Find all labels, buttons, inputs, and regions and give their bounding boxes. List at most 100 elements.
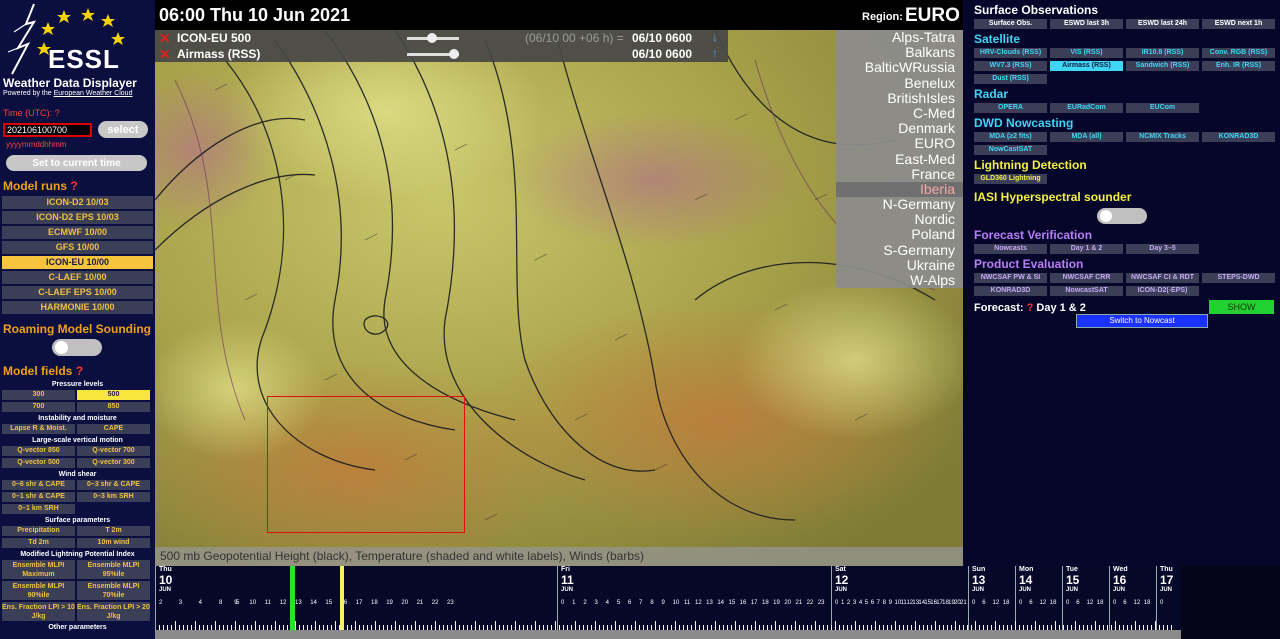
region-option[interactable]: Benelux [836, 75, 963, 91]
current-time-marker[interactable] [290, 566, 295, 631]
panel-button[interactable]: NWCSAF PW & SI [974, 273, 1047, 283]
field-button[interactable]: 500 [77, 390, 150, 400]
field-button[interactable]: 0–1 shr & CAPE [2, 492, 75, 502]
hour-label[interactable]: 10 [249, 600, 256, 606]
field-button[interactable]: Td 2m [2, 538, 75, 548]
hour-label[interactable]: 12 [1087, 600, 1094, 606]
hour-label[interactable]: 19 [773, 600, 780, 606]
region-value[interactable]: EURO [905, 5, 960, 27]
hour-label[interactable]: 2 [159, 600, 162, 606]
field-button[interactable]: Q-vector 300 [77, 458, 150, 468]
hour-label[interactable]: 12 [280, 600, 287, 606]
panel-button[interactable]: KONRAD3D [974, 286, 1047, 296]
hour-label[interactable]: 17 [356, 600, 363, 606]
hour-label[interactable]: 0 [1160, 600, 1163, 606]
region-option[interactable]: W-Alps [836, 272, 963, 288]
panel-button[interactable]: Nowcasts [974, 244, 1047, 254]
help-icon[interactable]: ? [70, 179, 77, 193]
field-button[interactable]: Q-vector 500 [2, 458, 75, 468]
region-option[interactable]: BritishIsles [836, 90, 963, 106]
hour-label[interactable]: 2 [847, 600, 850, 606]
panel-button[interactable]: Day 1 & 2 [1050, 244, 1123, 254]
hour-label[interactable]: 20 [784, 600, 791, 606]
hour-label[interactable]: 12 [1040, 600, 1047, 606]
hour-label[interactable]: 0 [972, 600, 975, 606]
hour-label[interactable]: 0 [835, 600, 838, 606]
roaming-sounding-toggle[interactable] [52, 339, 102, 356]
hour-label[interactable]: 21 [417, 600, 424, 606]
region-option[interactable]: East-Med [836, 151, 963, 167]
panel-button[interactable]: ESWD next 1h [1202, 19, 1275, 29]
panel-button[interactable]: ESWD last 24h [1126, 19, 1199, 29]
hour-label[interactable]: 22 [807, 600, 814, 606]
hour-label[interactable]: 20 [401, 600, 408, 606]
field-button[interactable]: Lapse R & Moist. [2, 424, 75, 434]
help-icon[interactable]: ? [1027, 302, 1034, 314]
hour-label[interactable]: 3 [595, 600, 598, 606]
region-option[interactable]: Nordic [836, 212, 963, 227]
ewc-link[interactable]: European Weather Cloud [54, 90, 133, 97]
model-run-button[interactable]: GFS 10/00 [2, 241, 153, 254]
show-button[interactable]: SHOW [1209, 300, 1274, 314]
hour-label[interactable]: 18 [762, 600, 769, 606]
select-button[interactable]: select [98, 121, 148, 138]
timeline-ruler[interactable] [155, 621, 1181, 630]
model-run-button[interactable]: ICON-D2 EPS 10/03 [2, 211, 153, 224]
hour-label[interactable]: 9 [889, 600, 892, 606]
panel-button[interactable]: EUCom [1126, 103, 1199, 113]
model-run-button[interactable]: ECMWF 10/00 [2, 226, 153, 239]
hour-label[interactable]: 18 [1144, 600, 1151, 606]
region-option[interactable]: Iberia [836, 181, 963, 198]
hour-label[interactable]: 17 [751, 600, 758, 606]
model-run-button[interactable]: ICON-EU 10/00 [2, 256, 153, 269]
hour-label[interactable]: 2 [583, 600, 586, 606]
panel-button[interactable]: VIS (RSS) [1050, 48, 1123, 58]
model-run-button[interactable]: C-LAEF EPS 10/00 [2, 286, 153, 299]
model-run-button[interactable]: C-LAEF 10/00 [2, 271, 153, 284]
hour-label[interactable]: 10 [673, 600, 680, 606]
panel-button[interactable]: GLD360 Lightning [974, 174, 1047, 184]
panel-button[interactable]: NCMIX Tracks [1126, 132, 1199, 142]
remove-layer-icon[interactable]: ✕ [159, 46, 171, 63]
hour-label[interactable]: 18 [371, 600, 378, 606]
field-button[interactable]: 300 [2, 390, 75, 400]
hour-label[interactable]: 12 [993, 600, 1000, 606]
iasi-toggle[interactable] [1097, 208, 1147, 224]
hour-label[interactable]: 14 [310, 600, 317, 606]
panel-button[interactable]: NWCSAF CRR [1050, 273, 1123, 283]
panel-button[interactable]: KONRAD3D [1202, 132, 1275, 142]
slider-knob[interactable] [427, 33, 437, 43]
panel-button[interactable]: Surface Obs. [974, 19, 1047, 29]
region-option[interactable]: EURO [836, 136, 963, 151]
panel-button[interactable]: MDA (≥2 fits) [974, 132, 1047, 142]
field-button[interactable]: 700 [2, 402, 75, 412]
field-button[interactable]: 0–3 km SRH [77, 492, 150, 502]
field-button[interactable]: CAPE [77, 424, 150, 434]
region-option[interactable]: C-Med [836, 105, 963, 121]
hour-label[interactable]: 16 [740, 600, 747, 606]
hour-label[interactable]: 12 [695, 600, 702, 606]
hour-label[interactable]: 22 [432, 600, 439, 606]
hour-label[interactable]: 6 [1029, 600, 1032, 606]
hour-label[interactable]: 7 [639, 600, 642, 606]
hour-label[interactable]: 0 [1066, 600, 1069, 606]
region-option[interactable]: Denmark [836, 121, 963, 136]
region-option[interactable]: BalticWRussia [836, 60, 963, 75]
slider-knob[interactable] [449, 49, 459, 59]
field-button[interactable]: Ens. Fraction LPI > 10 J/kg [2, 602, 75, 621]
panel-button[interactable]: MDA (all) [1050, 132, 1123, 142]
panel-button[interactable]: Airmass (RSS) [1050, 61, 1123, 71]
set-current-time-button[interactable]: Set to current time [6, 155, 147, 171]
switch-to-nowcast-button[interactable]: Switch to Nowcast [1076, 314, 1208, 328]
hour-label[interactable]: 18 [1050, 600, 1057, 606]
region-option[interactable]: Alps-Tatra [836, 29, 963, 45]
field-button[interactable]: Ensemble MLPI Maximum [2, 560, 75, 579]
field-button[interactable]: Q-vector 700 [77, 446, 150, 456]
hour-label[interactable]: 4 [606, 600, 609, 606]
hour-label[interactable]: 6 [628, 600, 631, 606]
field-button[interactable]: Ensemble MLPI 95%ile [77, 560, 150, 579]
panel-button[interactable]: IR10.8 (RSS) [1126, 48, 1199, 58]
panel-button[interactable]: Dust (RSS) [974, 74, 1047, 84]
hour-label[interactable]: 5 [617, 600, 620, 606]
hour-label[interactable]: 3 [853, 600, 856, 606]
